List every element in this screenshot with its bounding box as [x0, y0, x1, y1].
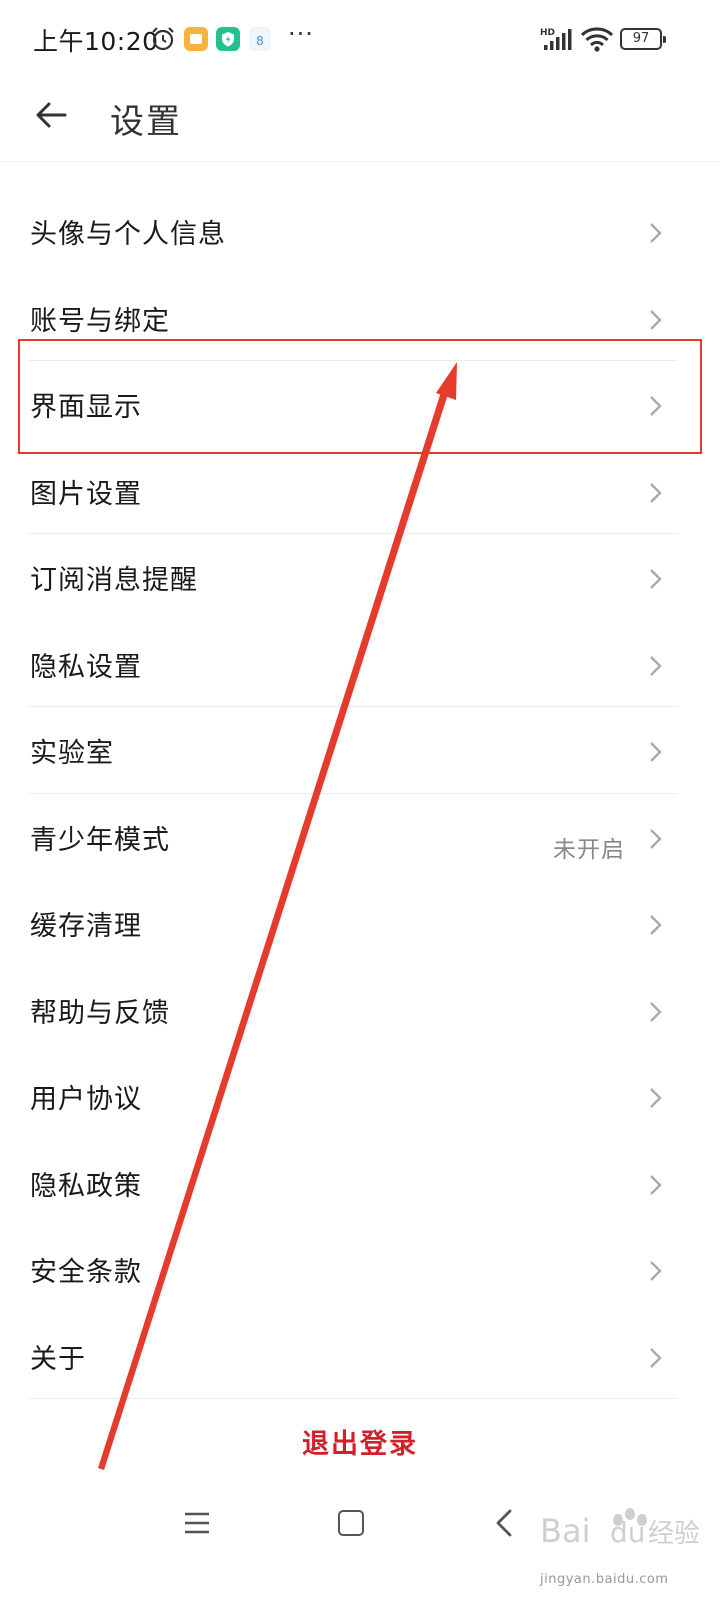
chevron-right-icon — [650, 1088, 662, 1108]
status-bar: 上午10:20 8 ··· HD 97 — [0, 0, 720, 80]
settings-item-label: 实验室 — [30, 738, 114, 769]
security-app-icon — [216, 27, 240, 51]
settings-item-profile[interactable]: 头像与个人信息 — [0, 188, 720, 275]
settings-item-label: 帮助与反馈 — [30, 997, 170, 1029]
settings-item-help[interactable]: 帮助与反馈 — [0, 967, 720, 1054]
calendar-app-icon: 8 — [249, 27, 271, 51]
chevron-right-icon — [650, 1001, 662, 1022]
nav-back-icon[interactable] — [494, 1508, 514, 1538]
settings-item-label: 头像与个人信息 — [30, 219, 226, 250]
chevron-right-icon — [650, 742, 662, 762]
svg-text:经验: 经验 — [648, 1519, 700, 1549]
home-icon[interactable] — [338, 1510, 364, 1536]
wifi-icon — [580, 27, 614, 52]
settings-item-label: 账号与绑定 — [30, 305, 170, 337]
more-notifications-icon: ··· — [288, 20, 314, 48]
recent-apps-icon[interactable] — [184, 1510, 210, 1536]
chevron-right-icon — [650, 828, 662, 849]
signal-icon: HD — [540, 28, 572, 50]
chevron-right-icon — [650, 482, 662, 503]
settings-item-label: 隐私设置 — [30, 651, 142, 683]
back-arrow-icon[interactable] — [34, 98, 68, 132]
svg-text:Bai: Bai — [540, 1512, 590, 1550]
highlight-annotation-box — [18, 339, 702, 454]
watermark-url: jingyan.baidu.com — [540, 1572, 669, 1587]
chevron-right-icon — [650, 1174, 662, 1195]
settings-item-label: 安全条款 — [30, 1257, 142, 1288]
settings-item-label: 青少年模式 — [30, 824, 170, 856]
teen-mode-status: 未开启 — [553, 836, 625, 863]
settings-item-label: 用户协议 — [30, 1084, 142, 1115]
settings-item-subscription[interactable]: 订阅消息提醒 — [0, 534, 720, 621]
settings-item-label: 隐私政策 — [30, 1170, 142, 1202]
settings-item-cache[interactable]: 缓存清理 — [0, 880, 720, 967]
settings-item-label: 图片设置 — [30, 478, 142, 510]
battery-icon: 97 — [620, 28, 666, 50]
page-title: 设置 — [110, 102, 182, 142]
settings-item-label: 缓存清理 — [30, 911, 142, 942]
chevron-right-icon — [650, 223, 662, 243]
settings-item-label: 订阅消息提醒 — [30, 565, 198, 596]
svg-text:du: du — [610, 1516, 646, 1549]
settings-item-image[interactable]: 图片设置 — [0, 448, 720, 535]
settings-item-security-terms[interactable]: 安全条款 — [0, 1226, 720, 1313]
chevron-right-icon — [650, 569, 662, 589]
notes-app-icon — [184, 27, 208, 51]
chevron-right-icon — [650, 915, 662, 935]
alarm-icon — [152, 27, 174, 51]
chevron-right-icon — [650, 655, 662, 676]
chevron-right-icon — [650, 1261, 662, 1281]
settings-item-privacy-policy[interactable]: 隐私政策 — [0, 1140, 720, 1227]
settings-item-lab[interactable]: 实验室 — [0, 707, 720, 794]
logout-button[interactable]: 退出登录 — [0, 1422, 720, 1461]
settings-item-user-agreement[interactable]: 用户协议 — [0, 1053, 720, 1140]
settings-item-label: 关于 — [30, 1343, 86, 1375]
chevron-right-icon — [650, 309, 662, 330]
chevron-right-icon — [650, 1347, 662, 1368]
settings-item-privacy[interactable]: 隐私设置 — [0, 621, 720, 708]
settings-item-teen-mode[interactable]: 青少年模式 未开启 — [0, 794, 720, 881]
svg-text:HD: HD — [540, 28, 555, 38]
status-time: 上午10:20 — [33, 27, 159, 56]
header: 设置 — [0, 80, 720, 162]
settings-item-about[interactable]: 关于 — [0, 1313, 720, 1400]
